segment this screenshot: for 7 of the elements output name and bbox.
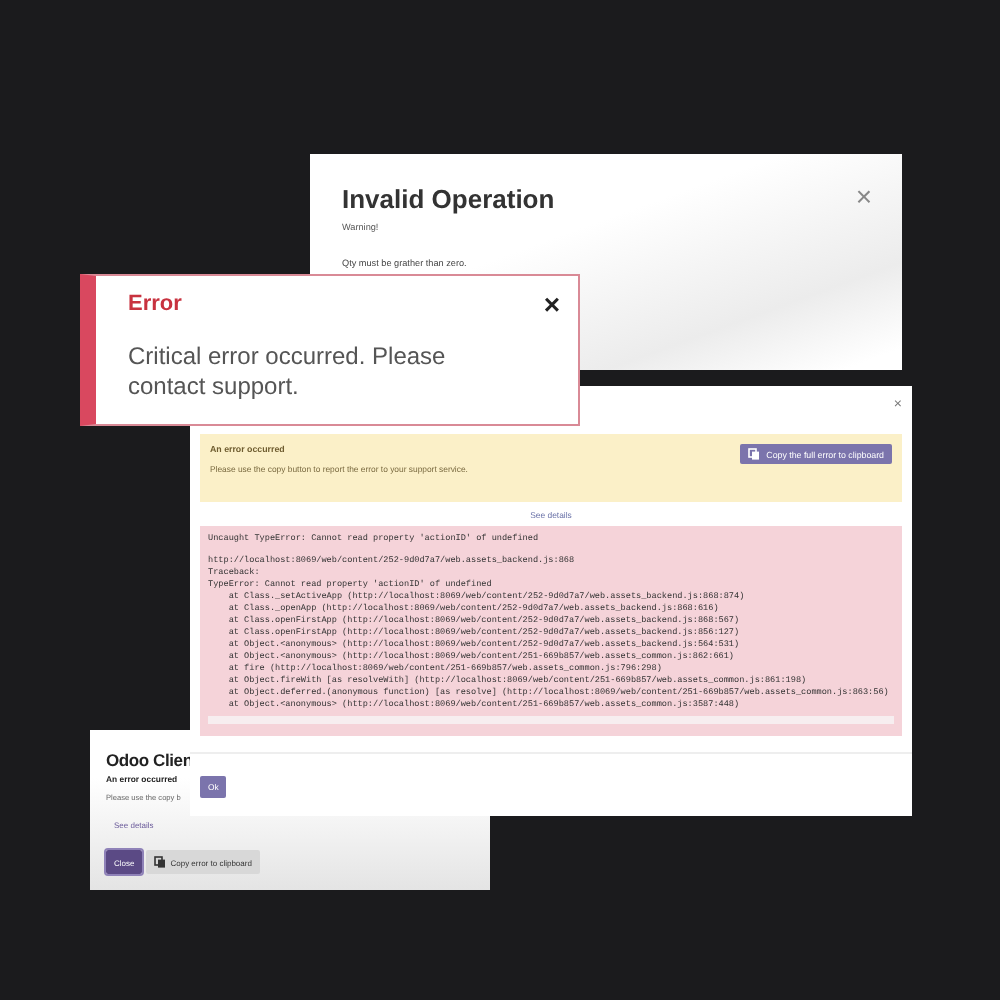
close-button[interactable]: ×	[855, 182, 872, 210]
copy-icon	[748, 448, 761, 460]
toast-message: Critical error occurred. Please contact support.	[128, 342, 448, 402]
close-button[interactable]: ×	[543, 290, 560, 318]
toast-title: Error	[128, 292, 182, 316]
copy-icon	[154, 856, 167, 868]
dialog-title: Invalid Operation	[342, 184, 555, 214]
